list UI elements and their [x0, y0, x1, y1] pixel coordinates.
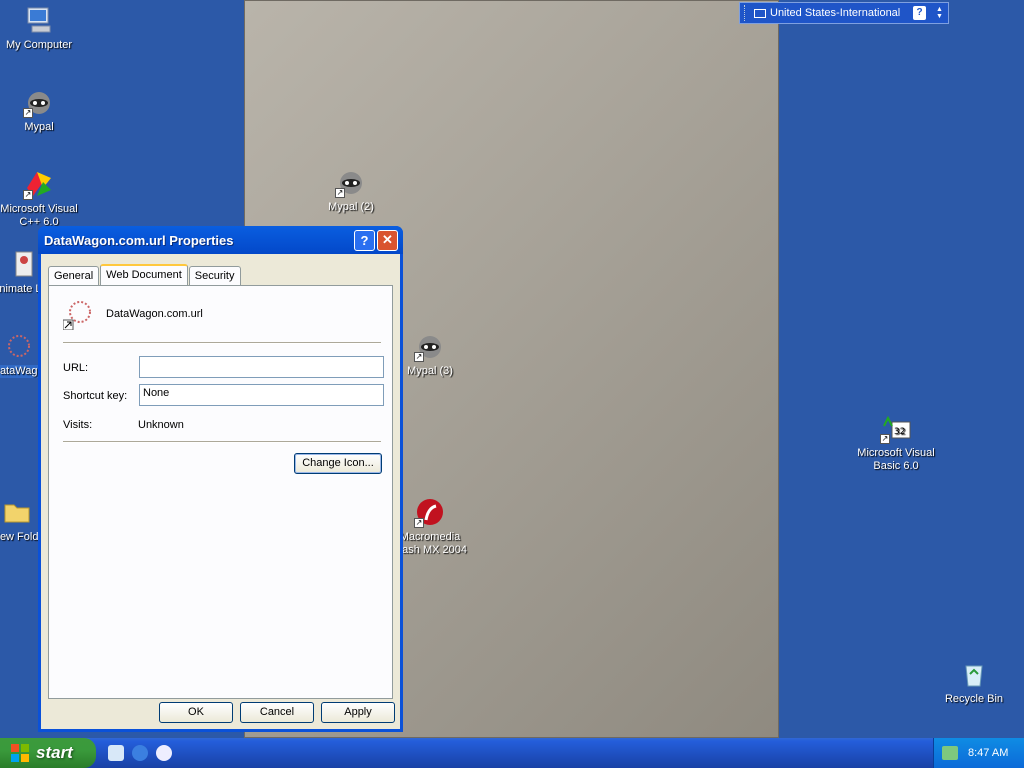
- raccoon-icon: ↗: [414, 330, 446, 362]
- clock[interactable]: 8:47 AM: [968, 747, 1008, 759]
- url-label: URL:: [63, 362, 89, 374]
- shortcut-arrow-icon: ↗: [880, 434, 890, 444]
- desktop-icon-mypal-2[interactable]: ↗ Mypal (2): [311, 166, 391, 214]
- svg-text:32: 32: [894, 427, 905, 437]
- desktop-icon-recycle-bin[interactable]: Recycle Bin: [934, 658, 1014, 706]
- shortcut-arrow-icon: ↗: [414, 518, 424, 528]
- help-button[interactable]: ?: [354, 229, 375, 251]
- recycle-bin-icon: [958, 658, 990, 690]
- language-label[interactable]: United States-International: [770, 7, 913, 19]
- desktop-icon-visual-cpp[interactable]: ↗ Microsoft Visual C++ 6.0: [0, 168, 79, 229]
- language-bar-grip[interactable]: [744, 5, 751, 21]
- dialog-title: DataWagon.com.url Properties: [44, 232, 234, 248]
- visits-label: Visits:: [63, 419, 93, 431]
- windows-logo-icon: [10, 743, 30, 763]
- internet-shortcut-icon: [3, 330, 35, 362]
- language-bar[interactable]: United States-International ? ▲ ▼: [739, 2, 949, 24]
- separator: [63, 441, 381, 443]
- change-icon-button[interactable]: Change Icon...: [294, 453, 382, 474]
- desktop-icon-visual-basic[interactable]: 32 ↗ Microsoft Visual Basic 6.0: [856, 412, 936, 473]
- desktop-icon-label: Recycle Bin: [944, 693, 1004, 705]
- computer-icon: [23, 4, 55, 36]
- dialog-client: General Web Document Security DataWagon.…: [41, 254, 400, 729]
- system-tray: 8:47 AM: [933, 738, 1024, 768]
- animation-icon: [6, 248, 38, 280]
- quick-launch-media-player-icon[interactable]: [156, 745, 172, 761]
- language-bar-help-icon[interactable]: ?: [913, 6, 926, 20]
- visual-basic-icon: 32 ↗: [880, 412, 912, 444]
- tab-strip: General Web Document Security: [48, 263, 242, 286]
- desktop-icon-label: New Folder: [0, 531, 42, 543]
- desktop-icon-label: Microsoft Visual Basic 6.0: [857, 447, 935, 472]
- desktop-icon-my-computer[interactable]: My Computer: [0, 4, 79, 52]
- cancel-button[interactable]: Cancel: [240, 702, 314, 723]
- shortcut-key-field[interactable]: None: [139, 384, 384, 406]
- desktop-icon-mypal[interactable]: ↗ Mypal: [0, 86, 79, 134]
- url-field[interactable]: [139, 356, 384, 378]
- properties-dialog: DataWagon.com.url Properties ? ✕ General…: [38, 226, 403, 732]
- flash-icon: ↗: [414, 496, 446, 528]
- taskbar: start 8:47 AM: [0, 738, 1024, 768]
- start-button[interactable]: start: [0, 738, 96, 768]
- tab-web-document[interactable]: Web Document: [100, 264, 188, 286]
- web-document-panel: DataWagon.com.url URL: Shortcut key: Non…: [48, 285, 393, 699]
- language-bar-options-icon[interactable]: ▲ ▼: [936, 6, 944, 20]
- tab-security[interactable]: Security: [188, 266, 241, 285]
- network-icon[interactable]: [942, 746, 958, 760]
- quick-launch-ie-icon[interactable]: [132, 745, 148, 761]
- keyboard-icon: [754, 8, 766, 18]
- visits-value: Unknown: [138, 419, 184, 431]
- internet-shortcut-icon: [62, 298, 95, 331]
- raccoon-icon: ↗: [23, 86, 55, 118]
- shortcut-name: DataWagon.com.url: [106, 308, 203, 320]
- separator: [63, 342, 381, 344]
- shortcut-key-label: Shortcut key:: [63, 390, 128, 402]
- apply-button[interactable]: Apply: [321, 702, 395, 723]
- desktop-icon-label: Mypal: [24, 121, 54, 133]
- visual-cpp-icon: ↗: [23, 168, 55, 200]
- shortcut-arrow-icon: ↗: [414, 352, 424, 362]
- desktop-icon-label: My Computer: [5, 39, 73, 51]
- desktop-icon-label: Mypal (2): [328, 201, 374, 213]
- tab-general[interactable]: General: [48, 266, 100, 285]
- desktop-icon-new-folder[interactable]: New Folder: [0, 496, 42, 544]
- shortcut-arrow-icon: ↗: [23, 108, 33, 118]
- raccoon-icon: ↗: [335, 166, 367, 198]
- dialog-titlebar[interactable]: DataWagon.com.url Properties ? ✕: [38, 226, 403, 254]
- shortcut-arrow-icon: ↗: [335, 188, 345, 198]
- quick-launch-desktop-icon[interactable]: [108, 745, 124, 761]
- shortcut-arrow-icon: ↗: [23, 190, 33, 200]
- close-button[interactable]: ✕: [377, 229, 398, 251]
- start-label: start: [36, 743, 73, 762]
- ok-button[interactable]: OK: [159, 702, 233, 723]
- folder-icon: [1, 496, 33, 528]
